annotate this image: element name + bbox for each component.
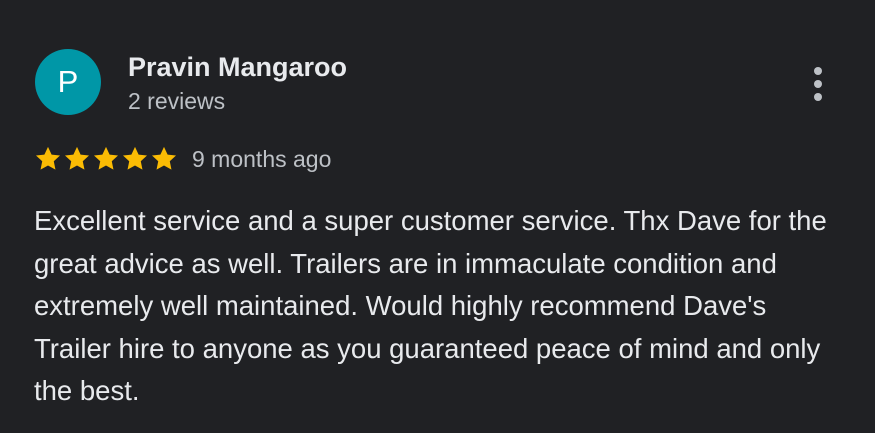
- reviewer-name[interactable]: Pravin Mangaroo: [128, 52, 347, 83]
- star-icon: [151, 146, 177, 170]
- avatar-letter: P: [57, 64, 79, 99]
- more-dot: [814, 93, 822, 101]
- star-icon: [64, 146, 90, 170]
- review-text: Excellent service and a super customer s…: [34, 205, 827, 406]
- star-icon: [35, 146, 61, 170]
- review-card: P Pravin Mangaroo 2 reviews 9 months ago…: [0, 0, 875, 433]
- star-rating: [34, 145, 178, 173]
- star-icon: [93, 146, 119, 170]
- more-dot: [814, 67, 822, 75]
- more-vert-icon: [814, 67, 822, 101]
- more-options-button[interactable]: [802, 62, 834, 106]
- more-dot: [814, 80, 822, 88]
- review-count[interactable]: 2 reviews: [128, 88, 225, 115]
- rating-row: 9 months ago: [34, 144, 331, 174]
- avatar[interactable]: P: [35, 49, 101, 115]
- star-icon: [122, 146, 148, 170]
- review-date: 9 months ago: [192, 145, 332, 172]
